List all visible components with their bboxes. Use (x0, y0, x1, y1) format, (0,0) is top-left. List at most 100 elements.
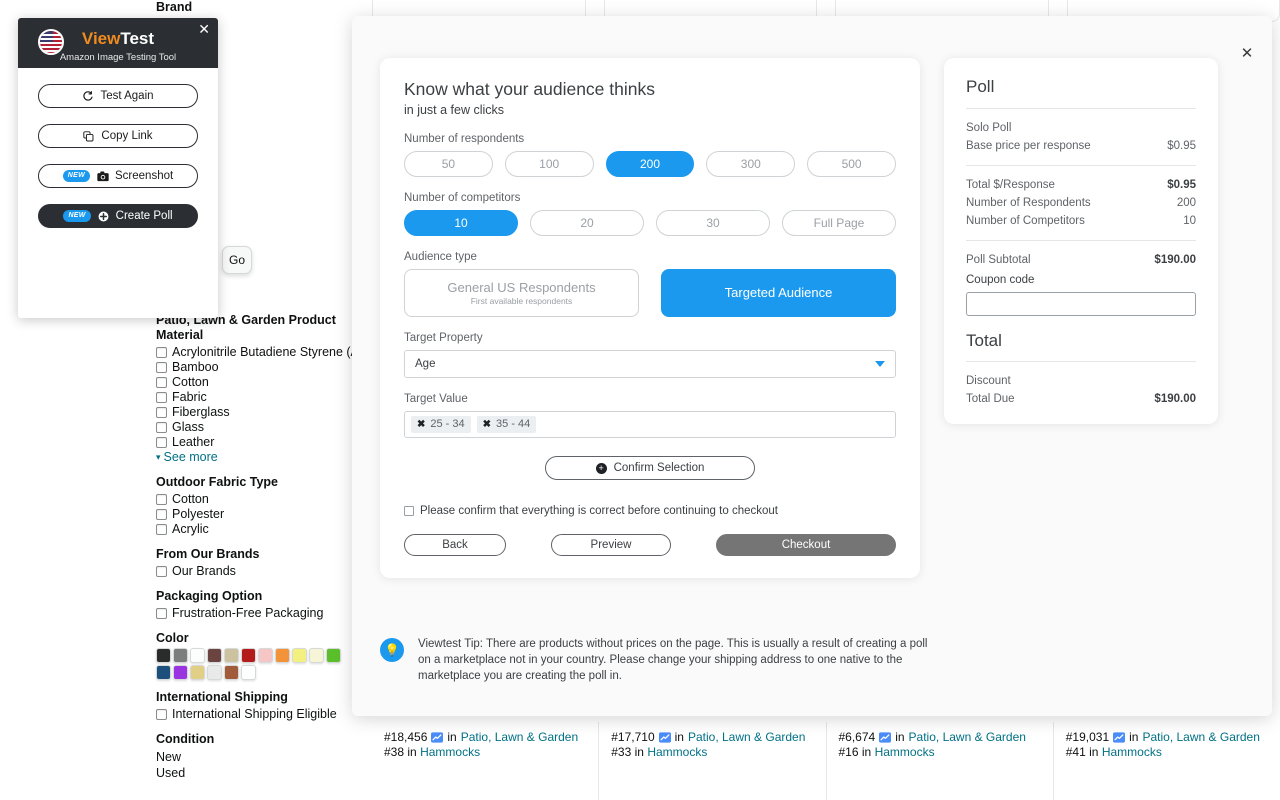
color-swatch[interactable] (156, 665, 171, 680)
checkbox-icon[interactable] (156, 362, 167, 373)
copy-link-button[interactable]: Copy Link (38, 124, 198, 148)
audience-option-targeted[interactable]: Targeted Audience (661, 269, 896, 317)
rank-category-link[interactable]: Patio, Lawn & Garden (909, 730, 1026, 745)
competitors-option-20[interactable]: 20 (530, 210, 644, 236)
create-poll-button[interactable]: NEWCreate Poll (38, 204, 198, 228)
test-again-button[interactable]: Test Again (38, 84, 198, 108)
color-swatch[interactable] (241, 665, 256, 680)
rank-category-link[interactable]: Patio, Lawn & Garden (461, 730, 578, 745)
checkbox-icon[interactable] (156, 709, 167, 720)
rank-number: #19,031 (1066, 730, 1109, 745)
respondents-option-200[interactable]: 200 (606, 151, 695, 177)
filters-sidebar: Brand (156, 0, 356, 17)
color-swatch[interactable] (224, 665, 239, 680)
color-swatch[interactable] (190, 665, 205, 680)
close-icon[interactable]: ✕ (198, 22, 210, 36)
checkbox-icon[interactable] (156, 608, 167, 619)
audience-targeted-title: Targeted Audience (725, 285, 833, 301)
competitors-option-30[interactable]: 30 (656, 210, 770, 236)
back-button[interactable]: Back (404, 534, 506, 556)
filter-checkbox-row[interactable]: Fiberglass (156, 405, 356, 420)
color-swatch[interactable] (258, 648, 273, 663)
competitors-option-10[interactable]: 10 (404, 210, 518, 236)
remove-chip-icon[interactable]: ✖ (483, 417, 491, 432)
respondents-option-50[interactable]: 50 (404, 151, 493, 177)
checkbox-icon[interactable] (156, 407, 167, 418)
coupon-code-input[interactable] (966, 292, 1196, 316)
filter-label: Fiberglass (172, 405, 230, 420)
filter-checkbox-row[interactable]: Our Brands (156, 564, 356, 579)
checkbox-icon[interactable] (156, 422, 167, 433)
rank-in-word: in (1129, 730, 1138, 745)
checkbox-icon[interactable] (156, 494, 167, 505)
checkbox-icon[interactable] (156, 566, 167, 577)
filter-checkbox-row[interactable]: Bamboo (156, 360, 356, 375)
respondents-option-300[interactable]: 300 (706, 151, 795, 177)
sub-rank-category-link[interactable]: Hammocks (647, 745, 707, 759)
target-value-input[interactable]: ✖25 - 34 ✖35 - 44 (404, 411, 896, 438)
rank-number: #17,710 (611, 730, 654, 745)
sub-rank-category-link[interactable]: Hammocks (420, 745, 480, 759)
color-swatch[interactable] (292, 648, 307, 663)
filter-checkbox-row[interactable]: International Shipping Eligible (156, 707, 356, 722)
competitors-label: Number of competitors (404, 191, 896, 205)
color-swatch-grid[interactable] (156, 648, 348, 680)
filter-checkbox-row[interactable]: Cotton (156, 492, 356, 507)
remove-chip-icon[interactable]: ✖ (417, 417, 425, 432)
audience-option-general[interactable]: General US Respondents First available r… (404, 269, 639, 317)
filter-group-title: From Our Brands (156, 547, 356, 562)
viewtest-header: ✕ ViewTest Amazon Image Testing Tool (18, 18, 218, 68)
checkbox-icon[interactable] (404, 506, 414, 516)
see-more-link[interactable]: ▾ See more (156, 450, 356, 465)
filter-checkbox-row[interactable]: Leather (156, 435, 356, 450)
confirm-selection-button[interactable]: + Confirm Selection (545, 456, 755, 480)
checkbox-icon[interactable] (156, 509, 167, 520)
viewtest-extension-panel: ✕ ViewTest Amazon Image Testing Tool Tes… (18, 18, 218, 318)
checkbox-icon[interactable] (156, 377, 167, 388)
color-swatch[interactable] (309, 648, 324, 663)
condition-option-used[interactable]: Used (156, 765, 356, 781)
target-property-select[interactable]: Age (404, 350, 896, 378)
base-price-row: Base price per response $0.95 (966, 137, 1196, 155)
color-swatch[interactable] (173, 648, 188, 663)
filter-checkbox-row[interactable]: Polyester (156, 507, 356, 522)
price-go-button[interactable]: Go (222, 246, 252, 274)
rank-category-link[interactable]: Patio, Lawn & Garden (1142, 730, 1259, 745)
sub-rank-category-link[interactable]: Hammocks (1102, 745, 1162, 759)
color-swatch[interactable] (207, 648, 222, 663)
filter-checkbox-row[interactable]: Acrylic (156, 522, 356, 537)
color-swatch[interactable] (326, 648, 341, 663)
filter-checkbox-row[interactable]: Glass (156, 420, 356, 435)
screenshot-button[interactable]: NEWScreenshot (38, 164, 198, 188)
respondents-option-100[interactable]: 100 (505, 151, 594, 177)
checkbox-icon[interactable] (156, 524, 167, 535)
color-swatch[interactable] (224, 648, 239, 663)
color-swatch[interactable] (190, 648, 205, 663)
sub-rank-number: #16 (839, 745, 859, 759)
filter-checkbox-row[interactable]: Acrylonitrile Butadiene Styrene (ABS) (156, 345, 356, 360)
confirm-checkbox-row[interactable]: Please confirm that everything is correc… (404, 504, 896, 518)
rank-in-word: in (635, 745, 644, 759)
color-swatch[interactable] (241, 648, 256, 663)
color-swatch[interactable] (207, 665, 222, 680)
sub-rank-category-link[interactable]: Hammocks (875, 745, 935, 759)
competitors-option-full-page[interactable]: Full Page (782, 210, 896, 236)
target-value-chip[interactable]: ✖25 - 34 (411, 416, 471, 433)
color-swatch[interactable] (173, 665, 188, 680)
rank-category-link[interactable]: Patio, Lawn & Garden (688, 730, 805, 745)
checkbox-icon[interactable] (156, 392, 167, 403)
respondents-option-500[interactable]: 500 (807, 151, 896, 177)
preview-button[interactable]: Preview (551, 534, 671, 556)
checkout-button[interactable]: Checkout (716, 534, 896, 556)
condition-option-new[interactable]: New (156, 749, 356, 765)
target-value-chip[interactable]: ✖35 - 44 (477, 416, 537, 433)
checkbox-icon[interactable] (156, 437, 167, 448)
checkbox-icon[interactable] (156, 347, 167, 358)
color-swatch[interactable] (275, 648, 290, 663)
filter-checkbox-row[interactable]: Frustration-Free Packaging (156, 606, 356, 621)
filter-checkbox-row[interactable]: Fabric (156, 390, 356, 405)
filter-checkbox-row[interactable]: Cotton (156, 375, 356, 390)
plus-circle-icon (98, 211, 109, 222)
color-swatch[interactable] (156, 648, 171, 663)
poll-detail-row: Number of Competitors10 (966, 212, 1196, 230)
